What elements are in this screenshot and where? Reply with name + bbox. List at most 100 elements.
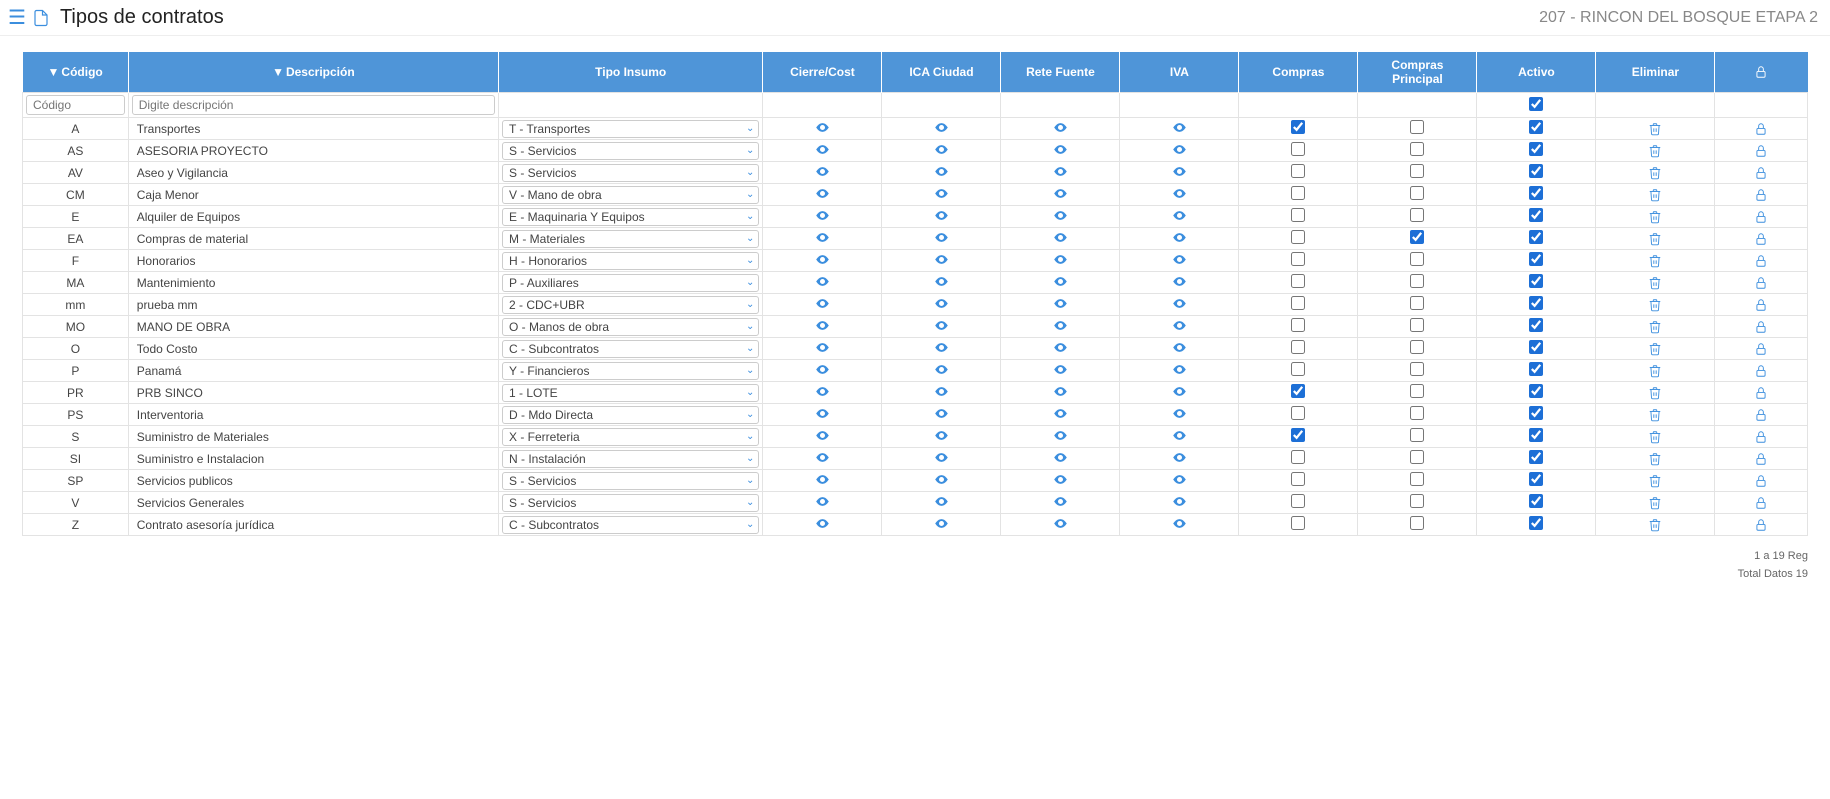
eye-icon[interactable] — [815, 387, 830, 402]
tipo-insumo-select[interactable]: V - Mano de obra⌄ — [502, 186, 759, 204]
eye-icon[interactable] — [815, 123, 830, 138]
activo-checkbox[interactable] — [1529, 230, 1543, 244]
cell-descripcion[interactable]: Honorarios — [128, 250, 498, 272]
eye-icon[interactable] — [1053, 519, 1068, 534]
activo-checkbox[interactable] — [1529, 406, 1543, 420]
activo-checkbox[interactable] — [1529, 362, 1543, 376]
eye-icon[interactable] — [934, 277, 949, 292]
compras-checkbox[interactable] — [1291, 494, 1305, 508]
compras-principal-checkbox[interactable] — [1410, 340, 1424, 354]
cell-descripcion[interactable]: Transportes — [128, 118, 498, 140]
lock-icon[interactable] — [1754, 473, 1768, 488]
eye-icon[interactable] — [1053, 123, 1068, 138]
activo-checkbox[interactable] — [1529, 296, 1543, 310]
activo-checkbox[interactable] — [1529, 428, 1543, 442]
eye-icon[interactable] — [1053, 255, 1068, 270]
activo-checkbox[interactable] — [1529, 252, 1543, 266]
tipo-insumo-select[interactable]: P - Auxiliares⌄ — [502, 274, 759, 292]
eye-icon[interactable] — [815, 255, 830, 270]
eye-icon[interactable] — [934, 365, 949, 380]
activo-checkbox[interactable] — [1529, 516, 1543, 530]
eye-icon[interactable] — [1172, 299, 1187, 314]
tipo-insumo-select[interactable]: H - Honorarios⌄ — [502, 252, 759, 270]
filter-activo-checkbox[interactable] — [1529, 97, 1543, 111]
col-compras-principal[interactable]: Compras Principal — [1358, 52, 1477, 93]
cell-codigo[interactable]: P — [23, 360, 129, 382]
lock-icon[interactable] — [1754, 429, 1768, 444]
compras-principal-checkbox[interactable] — [1410, 472, 1424, 486]
tipo-insumo-select[interactable]: S - Servicios⌄ — [502, 472, 759, 490]
tipo-insumo-select[interactable]: N - Instalación⌄ — [502, 450, 759, 468]
compras-checkbox[interactable] — [1291, 516, 1305, 530]
col-security[interactable] — [1715, 52, 1808, 93]
lock-icon[interactable] — [1754, 319, 1768, 334]
compras-checkbox[interactable] — [1291, 450, 1305, 464]
tipo-insumo-select[interactable]: T - Transportes⌄ — [502, 120, 759, 138]
col-activo[interactable]: Activo — [1477, 52, 1596, 93]
trash-icon[interactable] — [1648, 319, 1662, 334]
trash-icon[interactable] — [1648, 187, 1662, 202]
trash-icon[interactable] — [1648, 165, 1662, 180]
new-file-icon[interactable] — [32, 9, 50, 27]
lock-icon[interactable] — [1754, 517, 1768, 532]
eye-icon[interactable] — [1172, 497, 1187, 512]
trash-icon[interactable] — [1648, 363, 1662, 378]
cell-codigo[interactable]: S — [23, 426, 129, 448]
eye-icon[interactable] — [1172, 453, 1187, 468]
eye-icon[interactable] — [1172, 211, 1187, 226]
cell-descripcion[interactable]: ASESORIA PROYECTO — [128, 140, 498, 162]
eye-icon[interactable] — [1053, 343, 1068, 358]
eye-icon[interactable] — [1053, 189, 1068, 204]
eye-icon[interactable] — [934, 167, 949, 182]
compras-checkbox[interactable] — [1291, 384, 1305, 398]
cell-descripcion[interactable]: Suministro de Materiales — [128, 426, 498, 448]
tipo-insumo-select[interactable]: D - Mdo Directa⌄ — [502, 406, 759, 424]
lock-icon[interactable] — [1754, 165, 1768, 180]
filter-descripcion-input[interactable] — [132, 95, 495, 115]
compras-principal-checkbox[interactable] — [1410, 406, 1424, 420]
eye-icon[interactable] — [934, 233, 949, 248]
compras-checkbox[interactable] — [1291, 186, 1305, 200]
lock-icon[interactable] — [1754, 187, 1768, 202]
eye-icon[interactable] — [1053, 497, 1068, 512]
col-ica-ciudad[interactable]: ICA Ciudad — [882, 52, 1001, 93]
tipo-insumo-select[interactable]: S - Servicios⌄ — [502, 494, 759, 512]
col-rete-fuente[interactable]: Rete Fuente — [1001, 52, 1120, 93]
compras-checkbox[interactable] — [1291, 406, 1305, 420]
cell-codigo[interactable]: A — [23, 118, 129, 140]
eye-icon[interactable] — [1053, 167, 1068, 182]
eye-icon[interactable] — [934, 145, 949, 160]
eye-icon[interactable] — [1172, 431, 1187, 446]
cell-descripcion[interactable]: Servicios publicos — [128, 470, 498, 492]
lock-icon[interactable] — [1754, 121, 1768, 136]
cell-descripcion[interactable]: Aseo y Vigilancia — [128, 162, 498, 184]
eye-icon[interactable] — [815, 519, 830, 534]
trash-icon[interactable] — [1648, 143, 1662, 158]
trash-icon[interactable] — [1648, 121, 1662, 136]
compras-principal-checkbox[interactable] — [1410, 164, 1424, 178]
trash-icon[interactable] — [1648, 407, 1662, 422]
compras-checkbox[interactable] — [1291, 318, 1305, 332]
cell-codigo[interactable]: CM — [23, 184, 129, 206]
trash-icon[interactable] — [1648, 231, 1662, 246]
cell-codigo[interactable]: AS — [23, 140, 129, 162]
cell-descripcion[interactable]: Todo Costo — [128, 338, 498, 360]
compras-checkbox[interactable] — [1291, 208, 1305, 222]
activo-checkbox[interactable] — [1529, 142, 1543, 156]
compras-principal-checkbox[interactable] — [1410, 208, 1424, 222]
activo-checkbox[interactable] — [1529, 164, 1543, 178]
lock-icon[interactable] — [1754, 407, 1768, 422]
tipo-insumo-select[interactable]: M - Materiales⌄ — [502, 230, 759, 248]
eye-icon[interactable] — [815, 299, 830, 314]
eye-icon[interactable] — [1053, 145, 1068, 160]
cell-codigo[interactable]: PS — [23, 404, 129, 426]
lock-icon[interactable] — [1754, 385, 1768, 400]
cell-descripcion[interactable]: Interventoria — [128, 404, 498, 426]
hamburger-menu-icon[interactable]: ☰ — [8, 8, 26, 28]
compras-checkbox[interactable] — [1291, 296, 1305, 310]
cell-codigo[interactable]: PR — [23, 382, 129, 404]
eye-icon[interactable] — [1053, 211, 1068, 226]
eye-icon[interactable] — [815, 497, 830, 512]
compras-principal-checkbox[interactable] — [1410, 384, 1424, 398]
lock-icon[interactable] — [1754, 275, 1768, 290]
